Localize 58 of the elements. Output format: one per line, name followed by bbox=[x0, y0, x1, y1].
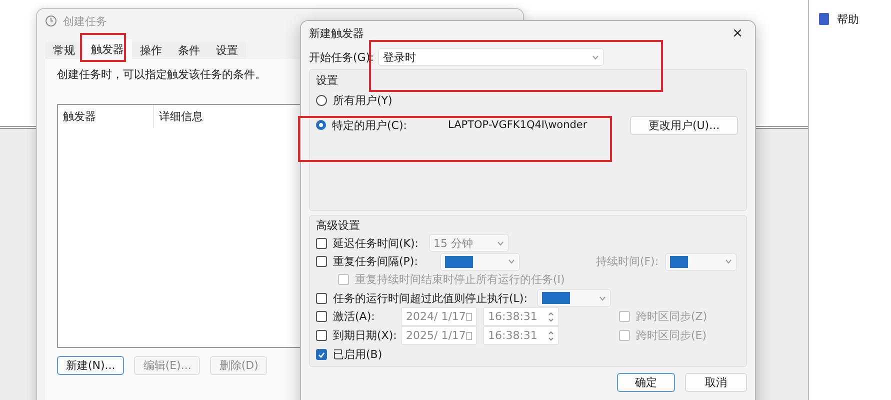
dropdown[interactable] bbox=[537, 289, 612, 308]
option-label: 激活(A): bbox=[333, 309, 376, 324]
chevron-icon bbox=[724, 259, 732, 264]
tab[interactable]: 条件 bbox=[170, 42, 208, 59]
description: 创建任务时，可以指定触发该任务的条件。 bbox=[57, 67, 266, 82]
option-label: 跨时区同步(Z) bbox=[636, 309, 708, 324]
radio-button[interactable] bbox=[316, 94, 327, 106]
option-label: 延迟任务时间(K): bbox=[333, 236, 419, 251]
option-label: 到期日期(X): bbox=[333, 328, 395, 344]
option-label: 重复持续时间结束时停止所有运行的任务(I) bbox=[355, 272, 565, 288]
dialog-title: 新建触发器 bbox=[309, 26, 364, 40]
help-icon bbox=[819, 13, 829, 25]
menu-item[interactable]: 帮助 bbox=[809, 10, 891, 28]
user-name: LAPTOP-VGFK1Q4I\wonder bbox=[448, 119, 588, 131]
tab[interactable]: 设置 bbox=[208, 42, 246, 59]
dialog-button[interactable]: 取消 bbox=[685, 373, 747, 392]
clock-icon bbox=[45, 15, 57, 27]
spinner-icon bbox=[548, 310, 554, 323]
option-label: 重复任务间隔(P): bbox=[333, 254, 418, 270]
window-title: 创建任务 bbox=[63, 14, 107, 28]
highlight-frame bbox=[80, 33, 126, 62]
option-label: 所有用户(Y) bbox=[333, 92, 392, 108]
calendar-icon bbox=[466, 312, 472, 321]
close-icon[interactable]: × bbox=[732, 26, 747, 40]
chevron-icon bbox=[599, 296, 606, 301]
option-label: 已启用(B) bbox=[333, 347, 382, 362]
chevron-icon bbox=[496, 240, 504, 246]
group-title: 高级设置 bbox=[316, 218, 360, 234]
tab[interactable]: 常规 bbox=[45, 42, 83, 59]
calendar-icon bbox=[466, 332, 472, 340]
checkbox[interactable] bbox=[316, 292, 327, 304]
checkbox[interactable] bbox=[338, 274, 349, 286]
change-user-button[interactable]: 更改用户(U)... bbox=[630, 116, 738, 134]
dropdown[interactable]: 登录时 bbox=[378, 48, 604, 66]
checkbox[interactable] bbox=[619, 330, 630, 342]
option-label: 持续时间(F): bbox=[596, 254, 659, 270]
radio-button[interactable] bbox=[316, 120, 326, 130]
tab[interactable]: 操作 bbox=[132, 42, 170, 59]
action-button[interactable]: 新建(N)... bbox=[57, 356, 124, 375]
dropdown[interactable] bbox=[664, 252, 737, 271]
dropdown[interactable] bbox=[440, 252, 520, 271]
checkbox[interactable] bbox=[316, 330, 327, 342]
checkbox[interactable] bbox=[619, 311, 630, 322]
checkbox[interactable] bbox=[316, 311, 327, 322]
option-label: 跨时区同步(E) bbox=[636, 328, 707, 344]
checkbox[interactable] bbox=[316, 238, 327, 249]
dropdown-value: 登录时 bbox=[382, 50, 416, 64]
column-header[interactable]: 触发器 bbox=[58, 105, 154, 128]
checkbox[interactable] bbox=[316, 256, 327, 268]
chevron-icon bbox=[508, 259, 515, 264]
group-title: 设置 bbox=[316, 72, 338, 88]
dropdown-value: 15 分钟 bbox=[434, 236, 474, 251]
checkbox[interactable] bbox=[316, 349, 327, 360]
chevron-icon bbox=[592, 54, 599, 60]
option-label: 任务的运行时间超过此值则停止执行(L): bbox=[333, 290, 528, 306]
spinner-icon bbox=[548, 330, 554, 342]
tab[interactable]: 触发器 bbox=[83, 39, 132, 59]
dialog-button[interactable]: 确定 bbox=[617, 373, 675, 392]
